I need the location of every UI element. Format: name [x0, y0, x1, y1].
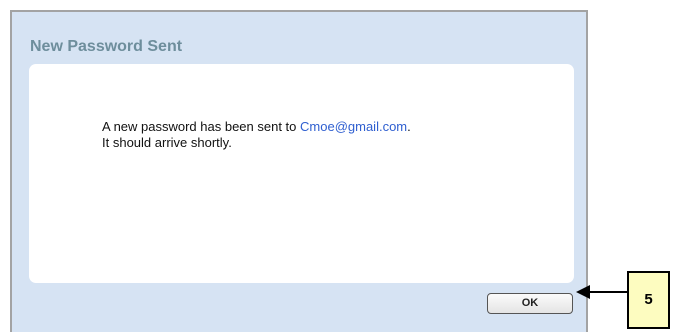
dialog-body: A new password has been sent to Cmoe@gma… [29, 64, 574, 283]
left-arrow-icon [576, 285, 628, 299]
message-suffix: . [407, 119, 411, 134]
dialog-title: New Password Sent [30, 38, 183, 55]
message-line-2: It should arrive shortly. [102, 135, 232, 150]
new-password-dialog: New Password Sent A new password has bee… [10, 10, 588, 332]
callout-number-badge: 5 [627, 271, 670, 329]
email-address: Cmoe@gmail.com [300, 119, 408, 134]
screenshot-stage: New Password Sent A new password has bee… [0, 0, 674, 333]
ok-button[interactable]: OK [487, 293, 573, 314]
message-text: A new password has been sent to Cmoe@gma… [102, 119, 411, 151]
message-prefix: A new password has been sent to [102, 119, 301, 134]
